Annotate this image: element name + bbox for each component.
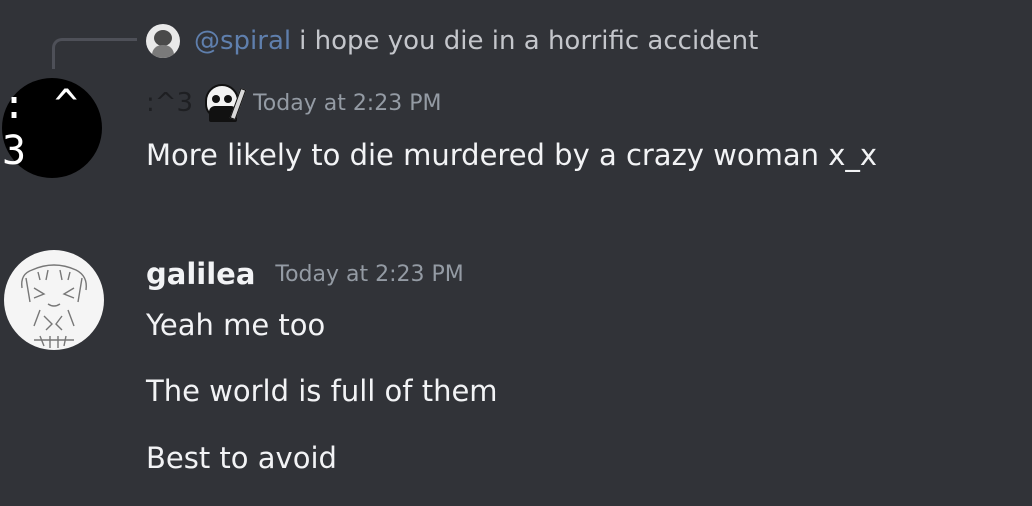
avatar[interactable]: : ^ 3 — [2, 78, 102, 178]
reply-avatar[interactable] — [146, 24, 180, 58]
avatar[interactable] — [4, 250, 104, 350]
timestamp: Today at 2:23 PM — [253, 90, 442, 116]
message-content: The world is full of them — [146, 374, 498, 408]
author-name[interactable]: :^3 — [146, 88, 193, 118]
reply-preview[interactable]: @spiral i hope you die in a horrific acc… — [146, 20, 758, 62]
reply-text[interactable]: i hope you die in a horrific accident — [299, 26, 758, 56]
message-content: Best to avoid — [146, 441, 337, 475]
timestamp: Today at 2:23 PM — [275, 261, 464, 287]
message-content: Yeah me too — [146, 308, 326, 342]
author-name[interactable]: galilea — [146, 257, 255, 291]
grim-reaper-icon[interactable] — [203, 84, 247, 122]
message-content: More likely to die murdered by a crazy w… — [146, 138, 878, 172]
reply-mention[interactable]: @spiral — [194, 26, 291, 56]
message-header: galilea Today at 2:23 PM — [146, 252, 464, 296]
chat-view: @spiral i hope you die in a horrific acc… — [0, 0, 1032, 506]
message-header: :^3 Today at 2:23 PM — [146, 82, 441, 124]
reply-connector — [52, 38, 137, 69]
